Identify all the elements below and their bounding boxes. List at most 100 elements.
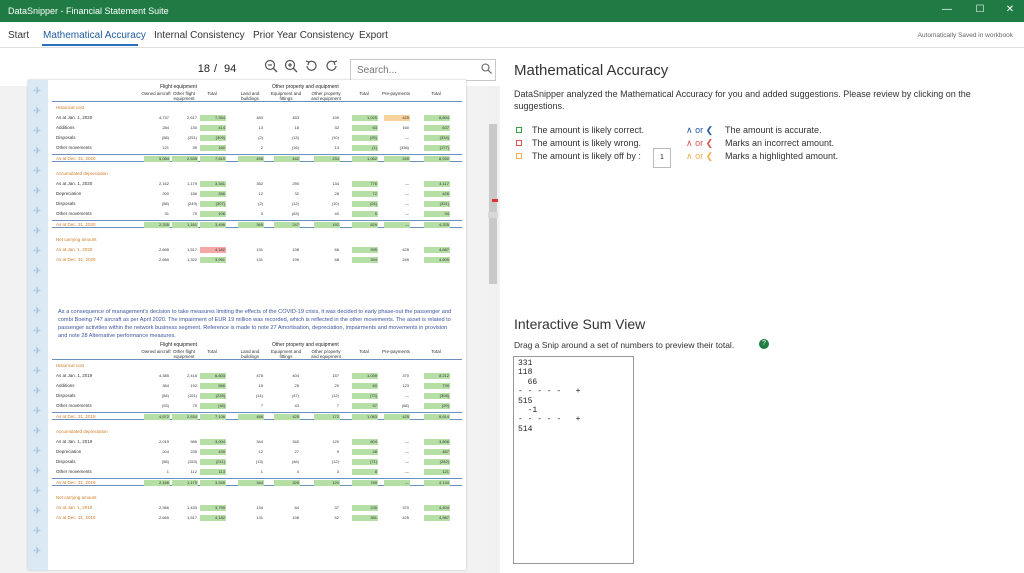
- table-cell[interactable]: 68: [314, 257, 340, 263]
- table-cell[interactable]: (12): [314, 459, 340, 465]
- table-cell[interactable]: 365: [238, 222, 264, 228]
- table-cell[interactable]: 486: [238, 414, 264, 420]
- table-cell[interactable]: 72: [352, 191, 378, 197]
- table-cell[interactable]: 344: [238, 439, 264, 445]
- table-cell[interactable]: (10): [314, 135, 340, 141]
- tab-internal-consistency[interactable]: Internal Consistency: [154, 30, 245, 41]
- table-cell[interactable]: 5,084: [144, 156, 170, 162]
- table-cell[interactable]: (12): [314, 393, 340, 399]
- table-cell[interactable]: 234: [314, 156, 340, 162]
- table-cell[interactable]: 64: [274, 505, 300, 511]
- table-cell[interactable]: (282): [424, 459, 450, 465]
- table-cell[interactable]: 776: [352, 181, 378, 187]
- table-cell[interactable]: (177): [424, 145, 450, 151]
- table-cell[interactable]: 4,572: [144, 414, 170, 420]
- table-cell[interactable]: 112: [172, 469, 198, 475]
- table-cell[interactable]: 12: [238, 449, 264, 455]
- table-cell[interactable]: 131: [238, 257, 264, 263]
- table-cell[interactable]: 425: [274, 414, 300, 420]
- table-cell[interactable]: 27: [274, 449, 300, 455]
- table-cell[interactable]: 637: [424, 125, 450, 131]
- table-cell[interactable]: 1,025: [352, 115, 378, 121]
- table-cell[interactable]: 2,019: [144, 439, 170, 445]
- table-cell[interactable]: 2,665: [144, 515, 170, 521]
- table-cell[interactable]: 829: [352, 222, 378, 228]
- table-cell[interactable]: —: [384, 439, 410, 445]
- table-cell[interactable]: 425: [384, 247, 410, 253]
- table-cell[interactable]: —: [384, 135, 410, 141]
- table-cell[interactable]: 18: [274, 125, 300, 131]
- zoom-out-icon[interactable]: [263, 59, 279, 75]
- table-cell[interactable]: 40: [314, 211, 340, 217]
- table-cell[interactable]: (151): [172, 393, 198, 399]
- table-cell[interactable]: (58): [144, 135, 170, 141]
- tab-prior-year-consistency[interactable]: Prior Year Consistency: [253, 30, 354, 41]
- table-cell[interactable]: (12): [274, 201, 300, 207]
- tab-start[interactable]: Start: [8, 30, 29, 41]
- table-cell[interactable]: (58): [144, 459, 170, 465]
- table-cell[interactable]: 2,669: [144, 257, 170, 263]
- table-cell[interactable]: 2,335: [144, 222, 170, 228]
- table-cell[interactable]: 442: [274, 156, 300, 162]
- table-cell[interactable]: 52: [314, 515, 340, 521]
- table-cell[interactable]: 7,106: [200, 414, 226, 420]
- table-cell[interactable]: 157: [314, 373, 340, 379]
- table-cell[interactable]: 395: [352, 247, 378, 253]
- table-cell[interactable]: 789: [352, 480, 378, 486]
- table-cell[interactable]: 172: [314, 414, 340, 420]
- table-cell[interactable]: 370: [384, 505, 410, 511]
- viewer-scrollbar[interactable]: [488, 86, 498, 573]
- table-cell[interactable]: (68): [384, 403, 410, 409]
- table-cell[interactable]: 131: [238, 515, 264, 521]
- table-cell[interactable]: 1,179: [172, 480, 198, 486]
- table-cell[interactable]: 20: [314, 383, 340, 389]
- table-cell[interactable]: 2,166: [144, 480, 170, 486]
- table-cell[interactable]: 4,182: [200, 515, 226, 521]
- table-cell[interactable]: 428: [424, 191, 450, 197]
- table-cell[interactable]: 404: [274, 373, 300, 379]
- table-cell[interactable]: (14): [238, 393, 264, 399]
- table-cell[interactable]: 290: [274, 181, 300, 187]
- table-cell[interactable]: 13: [314, 145, 340, 151]
- table-cell[interactable]: 1,039: [352, 373, 378, 379]
- table-cell[interactable]: 344: [238, 480, 264, 486]
- maximize-button[interactable]: ☐: [973, 4, 987, 15]
- table-cell[interactable]: (211): [200, 459, 226, 465]
- table-cell[interactable]: 487: [424, 449, 450, 455]
- table-cell[interactable]: 4,987: [424, 515, 450, 521]
- table-cell[interactable]: 483: [238, 115, 264, 121]
- table-cell[interactable]: (2): [238, 135, 264, 141]
- table-cell[interactable]: 370: [384, 373, 410, 379]
- table-cell[interactable]: 121: [424, 469, 450, 475]
- table-cell[interactable]: 2,366: [144, 505, 170, 511]
- table-cell[interactable]: (235): [200, 393, 226, 399]
- table-cell[interactable]: 8,614: [424, 414, 450, 420]
- table-cell[interactable]: 13: [238, 125, 264, 131]
- table-cell[interactable]: 66: [314, 247, 340, 253]
- table-cell[interactable]: 120: [314, 439, 340, 445]
- table-cell[interactable]: 3,345: [200, 480, 226, 486]
- table-cell[interactable]: —: [384, 201, 410, 207]
- table-cell[interactable]: 7,354: [200, 115, 226, 121]
- table-cell[interactable]: 48: [352, 449, 378, 455]
- table-cell[interactable]: (2): [238, 201, 264, 207]
- table-cell[interactable]: 1,517: [172, 247, 198, 253]
- tab-mathematical-accuracy[interactable]: Mathematical Accuracy: [43, 30, 146, 41]
- table-cell[interactable]: (47): [274, 393, 300, 399]
- table-cell[interactable]: (153): [172, 459, 198, 465]
- table-cell[interactable]: 1,322: [172, 257, 198, 263]
- table-cell[interactable]: 1,517: [172, 515, 198, 521]
- table-cell[interactable]: 4,404: [424, 505, 450, 511]
- table-cell[interactable]: 8: [352, 469, 378, 475]
- table-cell[interactable]: 249: [384, 257, 410, 263]
- table-cell[interactable]: 12: [238, 191, 264, 197]
- table-cell[interactable]: —: [384, 449, 410, 455]
- table-cell[interactable]: 2: [238, 145, 264, 151]
- table-cell[interactable]: —: [384, 459, 410, 465]
- table-cell[interactable]: 9: [314, 449, 340, 455]
- table-cell[interactable]: (63): [274, 211, 300, 217]
- table-cell[interactable]: 131: [238, 247, 264, 253]
- table-cell[interactable]: (336): [384, 145, 410, 151]
- table-cell[interactable]: 160: [200, 145, 226, 151]
- table-cell[interactable]: (1): [352, 145, 378, 151]
